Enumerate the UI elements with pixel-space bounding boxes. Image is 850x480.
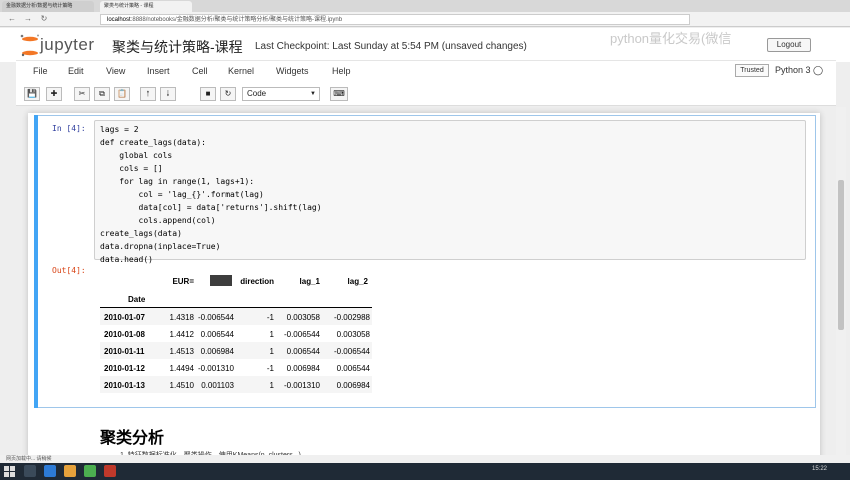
checkpoint-status: Last Checkpoint: Last Sunday at 5:54 PM …: [255, 41, 527, 52]
table-cell: -0.006544: [333, 347, 370, 356]
row-index: 2010-01-11: [104, 347, 145, 356]
table-cell: 1: [269, 330, 274, 339]
plus-icon[interactable]: ✚: [46, 87, 62, 101]
address-input[interactable]: localhost:8888/notebooks/金融数据分析/聚类与统计策略分…: [100, 14, 690, 25]
menu-insert[interactable]: Insert: [147, 66, 170, 76]
app-taskbar-icon[interactable]: [104, 465, 116, 477]
code-line: for lag in range(1, lags+1):: [100, 177, 255, 186]
column-header: direction: [240, 277, 274, 286]
table-cell: 0.001103: [201, 381, 234, 390]
cell-type-select[interactable]: Code ▼: [242, 87, 320, 101]
folder-taskbar-icon[interactable]: [64, 465, 76, 477]
menu-file[interactable]: File: [33, 66, 48, 76]
menu-edit[interactable]: Edit: [68, 66, 84, 76]
browser-tab-bar: 金融数据分析/数据与统计策略 聚类与统计策略 - 课程: [0, 0, 850, 12]
output-prompt: Out[4]:: [52, 266, 86, 275]
index-name: Date: [128, 295, 146, 304]
browser-taskbar-icon[interactable]: [44, 465, 56, 477]
table-cell: -0.006544: [283, 330, 320, 339]
logout-button[interactable]: Logout: [767, 38, 811, 52]
chevron-down-icon: ▼: [310, 91, 316, 97]
menu-widgets[interactable]: Widgets: [276, 66, 309, 76]
table-cell: 0.006984: [200, 347, 234, 356]
menu-view[interactable]: View: [106, 66, 125, 76]
cut-icon[interactable]: ✂: [74, 87, 90, 101]
menu-cell[interactable]: Cell: [192, 66, 208, 76]
table-cell: 0.006984: [336, 381, 370, 390]
browser-status-bar: 网页加载中... 请稍候: [0, 455, 850, 463]
jupyter-logo-text: jupyter: [40, 35, 95, 54]
markdown-heading: 聚类分析: [100, 430, 165, 447]
code-line: data.head(): [100, 255, 153, 264]
table-cell: -0.006544: [197, 313, 234, 322]
restart-icon[interactable]: ↻: [220, 87, 236, 101]
table-cell: 0.006984: [286, 364, 320, 373]
run-stop-icon[interactable]: ■: [200, 87, 216, 101]
table-cell: 0.006544: [200, 330, 234, 339]
search-icon[interactable]: [24, 465, 36, 477]
table-cell: 0.006544: [286, 347, 320, 356]
paste-icon[interactable]: 📋: [114, 87, 130, 101]
table-cell: -1: [266, 313, 274, 322]
overlay-watermark-text: python量化交易(微信: [610, 31, 732, 46]
toolbar: [16, 82, 836, 106]
column-header: EUR=: [172, 277, 194, 286]
menu-help[interactable]: Help: [332, 66, 351, 76]
forward-icon[interactable]: →: [22, 13, 34, 25]
row-index: 2010-01-13: [104, 381, 145, 390]
column-header: returns: [206, 277, 234, 286]
code-line: create_lags(data): [100, 229, 182, 238]
table-cell: -0.001310: [197, 364, 234, 373]
kernel-indicator: Python 3 ◯: [775, 65, 824, 75]
code-line: lags = 2: [100, 125, 139, 134]
code-line: def create_lags(data):: [100, 138, 206, 147]
table-cell: -1: [266, 364, 274, 373]
table-cell: 1: [269, 381, 274, 390]
code-line: data.dropna(inplace=True): [100, 242, 221, 251]
taskbar-clock: 15:22: [812, 466, 828, 472]
menu-kernel[interactable]: Kernel: [228, 66, 254, 76]
cell-selected-bar: [34, 115, 38, 408]
app-taskbar-icon[interactable]: [84, 465, 96, 477]
taskbar: [0, 463, 850, 480]
arrow-up-icon[interactable]: 🠑: [140, 87, 156, 101]
trusted-indicator[interactable]: Trusted: [735, 64, 769, 77]
row-index: 2010-01-08: [104, 330, 145, 339]
windows-start-icon[interactable]: [4, 466, 15, 477]
code-line: cols = []: [100, 164, 163, 173]
code-line: cols.append(col): [100, 216, 216, 225]
menubar: [16, 60, 836, 82]
table-cell: 1: [269, 347, 274, 356]
address-bar-row: ← → ↻ localhost:8888/notebooks/金融数据分析/聚类…: [0, 12, 850, 27]
code-line: global cols: [100, 151, 173, 160]
table-cell: 0.003058: [286, 313, 320, 322]
row-index: 2010-01-07: [104, 313, 145, 322]
arrow-down-icon[interactable]: 🠓: [160, 87, 176, 101]
browser-tab[interactable]: 金融数据分析/数据与统计策略: [2, 1, 94, 12]
table-cell: 0.006544: [336, 364, 370, 373]
keyboard-icon[interactable]: ⌨: [330, 87, 348, 101]
table-cell: 0.003058: [336, 330, 370, 339]
code-line: data[col] = data['returns'].shift(lag): [100, 203, 322, 212]
column-header: lag_2: [347, 277, 368, 286]
back-icon[interactable]: ←: [6, 13, 18, 25]
browser-tab-active[interactable]: 聚类与统计策略 - 课程: [100, 1, 192, 12]
reload-icon[interactable]: ↻: [38, 13, 50, 25]
input-prompt: In [4]:: [52, 124, 86, 133]
table-cell: -0.001310: [283, 381, 320, 390]
notebook-title[interactable]: 聚类与统计策略-课程: [112, 37, 243, 57]
save-icon[interactable]: 💾: [24, 87, 40, 101]
column-header: lag_1: [299, 277, 320, 286]
table-cell: -0.002988: [333, 313, 370, 322]
copy-icon[interactable]: ⧉: [94, 87, 110, 101]
row-index: 2010-01-12: [104, 364, 145, 373]
scrollbar-thumb[interactable]: [838, 180, 844, 330]
code-line: col = 'lag_{}'.format(lag): [100, 190, 264, 199]
